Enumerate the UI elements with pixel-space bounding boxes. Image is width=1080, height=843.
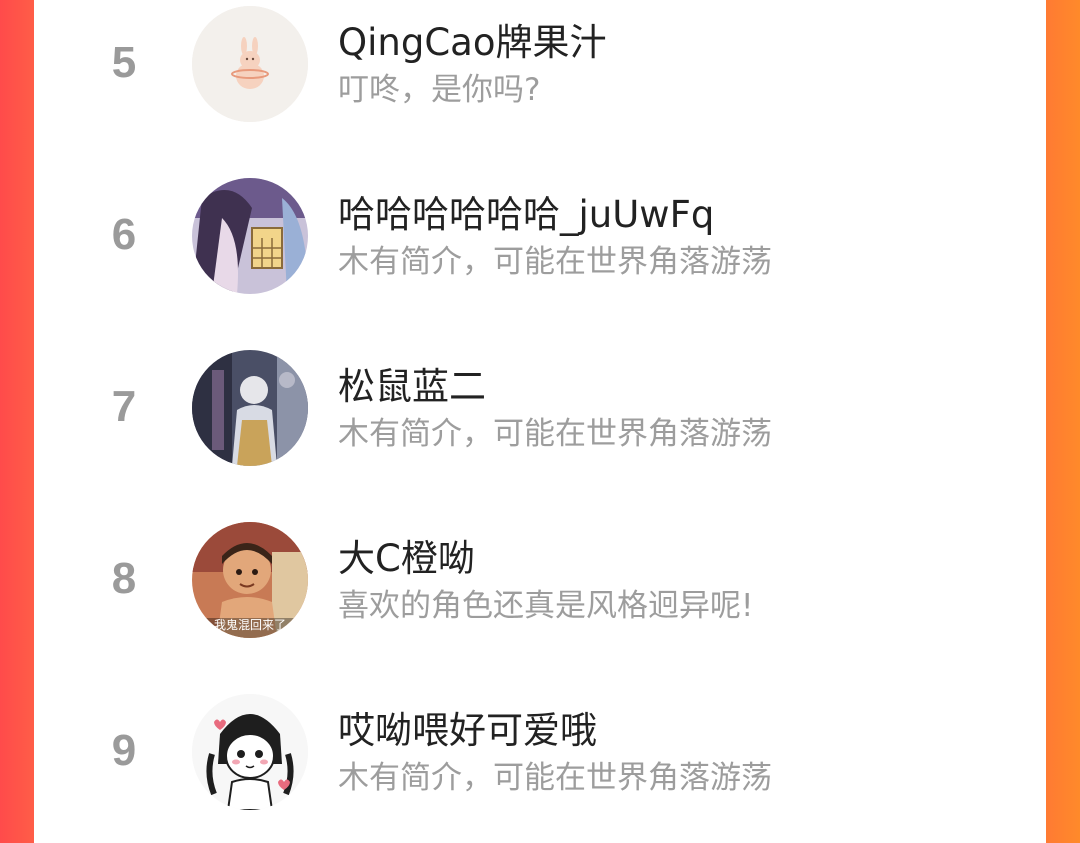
rank-number: 5 [111,38,137,87]
rank-number: 7 [111,382,137,431]
user-bio: 喜欢的角色还真是风格迥异呢! [338,588,754,624]
sketch-girl-avatar-icon[interactable] [192,694,308,810]
user-bio: 木有简介，可能在世界角落游荡 [338,244,772,280]
user-name: 松鼠蓝二 [338,365,486,408]
user-bio: 木有简介，可能在世界角落游荡 [338,760,772,796]
rank-number: 9 [111,726,137,775]
anime-scene-avatar-icon[interactable] [192,350,308,466]
user-name: 哈哈哈哈哈哈_juUwFq [338,193,715,236]
list-item[interactable]: 5 QingCao牌果汁 叮咚，是你吗? [34,0,1046,150]
user-name: QingCao牌果汁 [338,21,607,64]
rabbit-avatar-icon[interactable] [192,6,308,122]
user-name: 哎呦喂好可爱哦 [338,709,597,752]
rank-number: 6 [111,210,137,259]
ranking-list: 5 QingCao牌果汁 叮咚，是你吗? 6 哈哈哈哈哈哈_juUwFq 木有简… [34,0,1046,843]
anime-girl-avatar-icon[interactable] [192,178,308,294]
user-name: 大C橙呦 [338,537,475,580]
list-item[interactable]: 6 哈哈哈哈哈哈_juUwFq 木有简介，可能在世界角落游荡 [34,172,1046,322]
user-bio: 叮咚，是你吗? [338,72,541,108]
cartoon-kid-avatar-icon[interactable]: 我鬼混回来了 [192,522,308,638]
user-bio: 木有简介，可能在世界角落游荡 [338,416,772,452]
list-item[interactable]: 7 松鼠蓝二 木有简介，可能在世界角落游荡 [34,344,1046,494]
avatar-caption: 我鬼混回来了 [213,618,286,632]
rank-number: 8 [111,554,137,603]
list-item[interactable]: 8 我鬼混回来了 大C橙呦 喜欢的角色还真是风格迥异呢! [34,516,1046,666]
list-item[interactable]: 9 哎呦喂好可爱哦 木有简介，可能在世界角落游荡 [34,688,1046,838]
